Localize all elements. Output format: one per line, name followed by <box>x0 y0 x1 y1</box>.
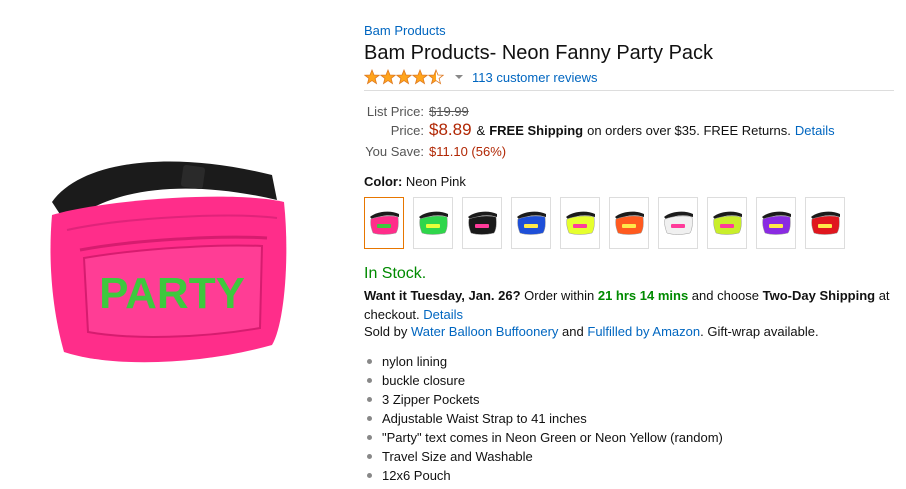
product-main-image[interactable]: PARTY <box>22 140 312 380</box>
brand-link[interactable]: Bam Products <box>364 23 446 38</box>
swatch-thumbnail <box>370 211 399 235</box>
list-price-row: List Price: $19.99 <box>364 102 469 120</box>
feature-bullet: "Party" text comes in Neon Green or Neon… <box>364 428 723 447</box>
divider <box>364 90 894 91</box>
order-within-text: Order within <box>524 288 595 303</box>
savings-label: You Save: <box>365 143 424 159</box>
shipping-details-link[interactable]: Details <box>795 123 835 138</box>
swatch-thumbnail <box>615 211 644 235</box>
swatch-thumbnail <box>468 211 497 235</box>
feature-bullet: buckle closure <box>364 371 723 390</box>
color-swatch[interactable] <box>658 197 698 249</box>
list-price-label: List Price: <box>366 103 424 119</box>
color-swatch[interactable] <box>560 197 600 249</box>
swatch-thumbnail <box>811 211 840 235</box>
delivery-promo: Want it Tuesday, Jan. 26? Order within 2… <box>364 286 894 324</box>
list-price-value: $19.99 <box>429 103 469 119</box>
delivery-details-link[interactable]: Details <box>423 307 463 322</box>
star-icon <box>380 69 396 85</box>
savings-value: $11.10 (56%) <box>429 143 507 159</box>
two-day-shipping: Two-Day Shipping <box>762 288 876 303</box>
and-text: and <box>562 324 584 339</box>
color-swatches <box>364 197 854 249</box>
swatch-thumbnail <box>762 211 791 235</box>
seller-link[interactable]: Water Balloon Buffoonery <box>411 324 558 339</box>
gift-wrap-text: . Gift-wrap available. <box>700 324 819 339</box>
swatch-thumbnail <box>517 211 546 235</box>
swatch-thumbnail <box>566 211 595 235</box>
star-icon <box>412 69 428 85</box>
shipping-terms: on orders over $35. FREE Returns. <box>587 122 791 138</box>
color-swatch[interactable] <box>609 197 649 249</box>
color-selection-label: Color: Neon Pink <box>364 174 466 189</box>
feature-bullet: Adjustable Waist Strap to 41 inches <box>364 409 723 428</box>
color-swatch[interactable] <box>707 197 747 249</box>
selected-color: Neon Pink <box>405 174 466 189</box>
delivery-date: Want it Tuesday, Jan. 26? <box>364 288 521 303</box>
price-row: Price: $8.89 & FREE Shipping on orders o… <box>364 120 835 139</box>
in-stock-status: In Stock. <box>364 265 427 282</box>
feature-bullet: Travel Size and Washable <box>364 447 723 466</box>
fulfilled-by-amazon-link[interactable]: Fulfilled by Amazon <box>587 324 700 339</box>
swatch-thumbnail <box>713 211 742 235</box>
swatch-thumbnail <box>419 211 448 235</box>
feature-bullet: 3 Zipper Pockets <box>364 390 723 409</box>
party-print-text: PARTY <box>99 269 245 318</box>
countdown-timer: 21 hrs 14 mins <box>597 288 689 303</box>
shipping-prefix: & <box>476 122 486 138</box>
star-icon <box>428 69 444 85</box>
price-label: Price: <box>390 122 424 138</box>
feature-bullets: nylon lining buckle closure 3 Zipper Pocke… <box>364 352 723 485</box>
free-shipping-text: FREE Shipping <box>489 122 584 138</box>
color-swatch[interactable] <box>756 197 796 249</box>
price-value: $8.89 <box>429 120 472 139</box>
color-swatch[interactable] <box>413 197 453 249</box>
color-swatch[interactable] <box>462 197 502 249</box>
sold-by-text: Sold by <box>364 324 408 339</box>
chevron-down-icon[interactable] <box>454 72 464 82</box>
color-label: Color: <box>364 174 403 189</box>
feature-bullet: nylon lining <box>364 352 723 371</box>
star-icon <box>396 69 412 85</box>
color-swatch[interactable] <box>805 197 845 249</box>
star-icon <box>364 69 380 85</box>
image-column: PARTY <box>0 0 340 489</box>
feature-bullet: 12x6 Pouch <box>364 466 723 485</box>
product-title: Bam Products- Neon Fanny Party Pack <box>364 42 714 64</box>
color-swatch[interactable] <box>511 197 551 249</box>
swatch-thumbnail <box>664 211 693 235</box>
savings-row: You Save: $11.10 (56%) <box>364 142 506 160</box>
and-choose-text: and choose <box>691 288 760 303</box>
rating-row: 113 customer reviews <box>364 68 597 86</box>
customer-reviews-link[interactable]: 113 customer reviews <box>472 70 597 85</box>
color-swatch[interactable] <box>364 197 404 249</box>
seller-info: Sold by Water Balloon Buffoonery and Ful… <box>364 324 819 339</box>
star-rating[interactable] <box>364 69 444 85</box>
